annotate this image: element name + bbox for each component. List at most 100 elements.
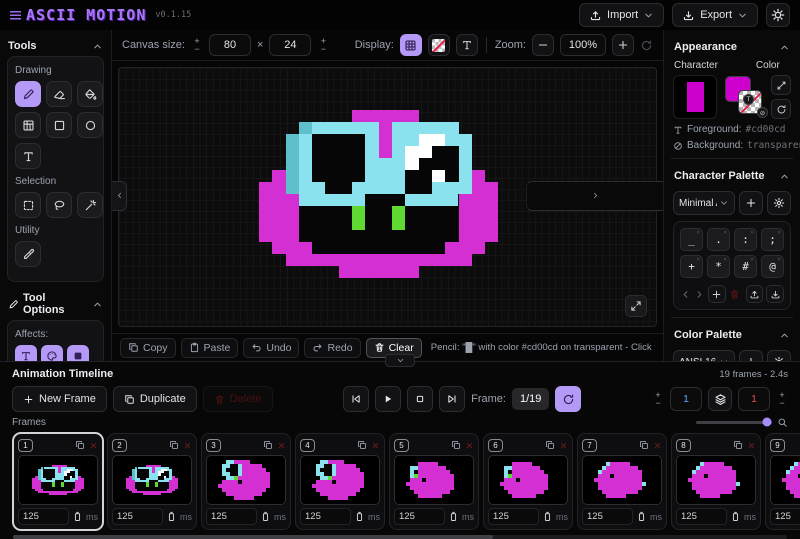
frame-card[interactable]: 6 125 ms [483,433,573,530]
paint-bucket-tool-button[interactable] [77,81,103,107]
lasso-tool-button[interactable] [46,192,72,218]
delete-frame-icon[interactable] [371,441,380,450]
frame-card[interactable]: 2 125 ms [107,433,197,530]
delete-frame-icon[interactable] [89,441,98,450]
collapse-left-panel-handle[interactable] [112,181,127,211]
text-tool-button[interactable] [15,143,41,169]
palette-character-button[interactable]: .× [707,228,730,251]
frame-thumbnail[interactable] [488,455,568,505]
tools-section-header[interactable]: Tools [7,36,104,56]
theme-toggle-button[interactable] [766,3,790,27]
frame-duration-input[interactable]: 125 [676,508,727,525]
frame-thumbnail[interactable] [676,455,756,505]
frame-duration-input[interactable]: 125 [488,508,539,525]
undo-button[interactable]: Undo [243,338,299,358]
frame-card[interactable]: 1 125 ms [13,433,103,530]
loop-toggle-button[interactable] [555,386,581,412]
remove-character-icon[interactable]: × [696,230,700,235]
height-stepper[interactable]: + − [317,37,329,53]
duplicate-frame-icon[interactable] [75,440,85,450]
text-display-toggle-button[interactable] [456,34,478,56]
skip-to-start-button[interactable] [343,386,369,412]
zoom-out-button[interactable] [532,34,554,56]
import-button[interactable]: Import [579,3,664,27]
palette-character-button[interactable]: :× [734,228,757,251]
appearance-section-header[interactable]: Appearance [673,37,791,57]
paste-button[interactable]: Paste [181,338,239,358]
tool-options-section-header[interactable]: Tool Options [7,288,104,320]
duplicate-frame-icon[interactable] [733,440,743,450]
magic-wand-tool-button[interactable] [77,192,103,218]
redo-button[interactable]: Redo [304,338,360,358]
delete-frame-button[interactable]: Delete [203,386,273,412]
duplicate-frame-button[interactable]: Duplicate [113,386,197,412]
remove-character-icon[interactable]: × [723,257,727,262]
pencil-tool-button[interactable] [15,81,41,107]
frame-thumbnail[interactable] [582,455,662,505]
stop-button[interactable] [407,386,433,412]
circle-tool-button[interactable] [77,112,103,138]
duplicate-frame-icon[interactable] [451,440,461,450]
fullscreen-canvas-button[interactable] [625,295,647,317]
frame-card[interactable]: 9 125 ms [765,433,800,530]
frame-card[interactable]: 5 125 ms [389,433,479,530]
delete-frame-icon[interactable] [183,441,192,450]
duplicate-frame-icon[interactable] [357,440,367,450]
frame-thumbnail[interactable] [300,455,380,505]
character-palette-select[interactable]: Minimal ASC [673,191,735,215]
onion-next-stepper[interactable]: + − [776,391,788,407]
frame-duration-input[interactable]: 125 [770,508,800,525]
battery-icon[interactable] [166,511,177,522]
palette-character-button[interactable]: ;× [761,228,784,251]
copy-button[interactable]: Copy [120,338,176,358]
remove-character-icon[interactable]: × [777,257,781,262]
square-tool-button[interactable] [46,112,72,138]
collapse-timeline-handle[interactable] [385,354,415,367]
frame-card[interactable]: 8 125 ms [671,433,761,530]
character-palette-settings-button[interactable] [767,191,791,215]
duplicate-frame-icon[interactable] [263,440,273,450]
character-palette-section-header[interactable]: Character Palette [673,166,791,186]
palette-character-button[interactable]: _× [680,228,703,251]
skip-to-end-button[interactable] [439,386,465,412]
chevron-right-icon[interactable] [694,289,705,300]
zoom-reset-icon[interactable] [640,39,653,52]
width-stepper[interactable]: + − [191,37,203,53]
add-character-palette-button[interactable] [739,191,763,215]
frame-duration-input[interactable]: 125 [112,508,163,525]
duplicate-frame-icon[interactable] [169,440,179,450]
play-button[interactable] [375,386,401,412]
eraser-tool-button[interactable] [46,81,72,107]
delete-frame-icon[interactable] [653,441,662,450]
canvas-width-input[interactable]: 80 [209,34,251,56]
character-preview[interactable] [673,75,717,119]
remove-character-icon[interactable]: × [723,230,727,235]
palette-character-button[interactable]: @× [761,255,784,278]
export-palette-button[interactable] [746,285,764,303]
frame-duration-input[interactable]: 125 [582,508,633,525]
frame-thumbnail[interactable] [394,455,474,505]
canvas-height-input[interactable]: 24 [269,34,311,56]
chevron-left-icon[interactable] [680,289,691,300]
palette-character-button[interactable]: +× [680,255,703,278]
swap-colors-button[interactable] [771,75,791,95]
onion-skin-toggle-button[interactable] [708,387,732,411]
frame-thumbnail[interactable] [112,455,192,505]
frame-thumbnail[interactable] [18,455,98,505]
duplicate-frame-icon[interactable] [545,440,555,450]
reset-colors-button[interactable] [771,99,791,119]
frame-duration-input[interactable]: 125 [206,508,257,525]
onion-prev-stepper[interactable]: + − [652,391,664,407]
remove-character-icon[interactable]: × [777,230,781,235]
zoom-in-button[interactable] [612,34,634,56]
new-frame-button[interactable]: New Frame [12,386,107,412]
battery-icon[interactable] [354,511,365,522]
transparency-toggle-button[interactable] [428,34,450,56]
delete-frame-icon[interactable] [465,441,474,450]
delete-frame-icon[interactable] [747,441,756,450]
remove-character-icon[interactable]: × [750,230,754,235]
rectangle-grid-tool-button[interactable] [15,112,41,138]
grid-toggle-button[interactable] [400,34,422,56]
frame-thumbnail[interactable] [770,455,800,505]
frame-card[interactable]: 4 125 ms [295,433,385,530]
